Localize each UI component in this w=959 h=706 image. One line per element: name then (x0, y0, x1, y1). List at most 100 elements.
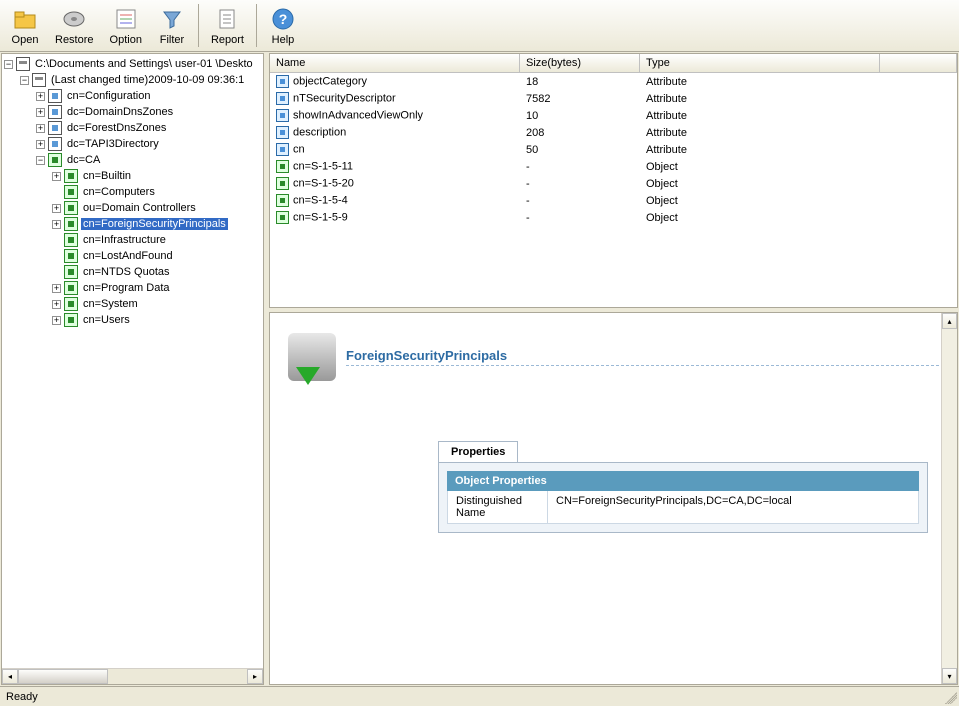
object-icon (64, 201, 78, 215)
no-expand (52, 236, 61, 245)
tree-pane[interactable]: −C:\Documents and Settings\ user-01 \Des… (1, 53, 264, 685)
list-item[interactable]: cn=S-1-5-9-Object (270, 209, 957, 226)
list-item[interactable]: cn=S-1-5-4-Object (270, 192, 957, 209)
tree-item[interactable]: −(Last changed time)2009-10-09 09:36:1 (4, 72, 261, 88)
tree-item[interactable]: cn=LostAndFound (4, 248, 261, 264)
scroll-down-icon[interactable]: ▾ (942, 668, 957, 684)
expand-icon[interactable]: + (52, 172, 61, 181)
tree-item[interactable]: + ou=Domain Controllers (4, 200, 261, 216)
scroll-right-icon[interactable]: ▸ (247, 669, 263, 684)
tree-label: cn=Infrastructure (81, 234, 168, 246)
tree-item[interactable]: −dc=CA (4, 152, 261, 168)
expand-icon[interactable]: + (52, 284, 61, 293)
list-item[interactable]: cn50Attribute (270, 141, 957, 158)
cell-name: description (270, 126, 520, 139)
tree-label: cn=System (81, 298, 140, 310)
toolbar-label: Option (110, 34, 142, 46)
no-expand (52, 252, 61, 261)
tree-item[interactable]: + cn=ForeignSecurityPrincipals (4, 216, 261, 232)
column-extra[interactable] (880, 54, 957, 72)
expand-icon[interactable]: + (52, 300, 61, 309)
tree-item[interactable]: +cn=Builtin (4, 168, 261, 184)
help-button[interactable]: ?Help (262, 2, 304, 49)
attribute-icon (276, 75, 289, 88)
tree-label: dc=DomainDnsZones (65, 106, 175, 118)
list-item[interactable]: cn=S-1-5-11-Object (270, 158, 957, 175)
list-item[interactable]: objectCategory18Attribute (270, 73, 957, 90)
tree-item[interactable]: cn=Infrastructure (4, 232, 261, 248)
tab-properties[interactable]: Properties (438, 441, 518, 462)
column-size[interactable]: Size(bytes) (520, 54, 640, 72)
attribute-icon (276, 109, 289, 122)
tree-label: dc=TAPI3Directory (65, 138, 161, 150)
cell-size: 50 (520, 144, 640, 156)
column-type[interactable]: Type (640, 54, 880, 72)
expand-icon[interactable]: + (36, 140, 45, 149)
tree-label: cn=ForeignSecurityPrincipals (81, 218, 228, 230)
option-button[interactable]: Option (103, 2, 149, 49)
toolbar-label: Restore (55, 34, 94, 46)
tree-label: dc=ForestDnsZones (65, 122, 168, 134)
object-icon (48, 153, 62, 167)
list-item[interactable]: nTSecurityDescriptor7582Attribute (270, 90, 957, 107)
disk-icon (288, 333, 336, 381)
collapse-icon[interactable]: − (36, 156, 45, 165)
property-value: CN=ForeignSecurityPrincipals,DC=CA,DC=lo… (548, 491, 918, 523)
tree-label: C:\Documents and Settings\ user-01 \Desk… (33, 58, 255, 70)
tree-item[interactable]: +cn=Configuration (4, 88, 261, 104)
filter-button[interactable]: Filter (151, 2, 193, 49)
expand-icon[interactable]: + (52, 220, 61, 229)
open-icon (11, 5, 39, 33)
toolbar: Open Restore Option Filter Report ?Help (0, 0, 959, 52)
column-name[interactable]: Name (270, 54, 520, 72)
scroll-up-icon[interactable]: ▴ (942, 313, 957, 329)
cell-name: showInAdvancedViewOnly (270, 109, 520, 122)
cell-type: Object (640, 161, 880, 173)
tree-item[interactable]: + dc=DomainDnsZones (4, 104, 261, 120)
collapse-icon[interactable]: − (4, 60, 13, 69)
list-item[interactable]: description208Attribute (270, 124, 957, 141)
expand-icon[interactable]: + (52, 316, 61, 325)
list-pane: Name Size(bytes) Type objectCategory18At… (269, 53, 958, 308)
tree-item[interactable]: − C:\Documents and Settings\ user-01 \Des… (4, 56, 261, 72)
container-icon (48, 89, 62, 103)
tree-item[interactable]: + dc=ForestDnsZones (4, 120, 261, 136)
toolbar-separator (198, 4, 199, 47)
restore-button[interactable]: Restore (48, 2, 101, 49)
expand-icon[interactable]: + (36, 108, 45, 117)
object-icon (276, 194, 289, 207)
cell-type: Attribute (640, 76, 880, 88)
no-expand (52, 188, 61, 197)
main-area: −C:\Documents and Settings\ user-01 \Des… (0, 52, 959, 686)
report-button[interactable]: Report (204, 2, 251, 49)
resize-grip-icon[interactable] (945, 692, 957, 704)
tree-item[interactable]: + cn=System (4, 296, 261, 312)
expand-icon[interactable]: + (52, 204, 61, 213)
list-header[interactable]: Name Size(bytes) Type (270, 54, 957, 73)
filter-icon (158, 5, 186, 33)
open-button[interactable]: Open (4, 2, 46, 49)
scroll-thumb[interactable] (18, 669, 108, 684)
expand-icon[interactable]: + (36, 124, 45, 133)
status-text: Ready (6, 691, 38, 703)
list-item[interactable]: cn=S-1-5-20-Object (270, 175, 957, 192)
tree-label: ou=Domain Controllers (81, 202, 198, 214)
property-key: Distinguished Name (448, 491, 548, 523)
svg-text:?: ? (279, 11, 288, 27)
tree-item[interactable]: cn=Computers (4, 184, 261, 200)
collapse-icon[interactable]: − (20, 76, 29, 85)
expand-icon[interactable]: + (36, 92, 45, 101)
scroll-left-icon[interactable]: ◂ (2, 669, 18, 684)
tree-scrollbar[interactable]: ◂ ▸ (2, 668, 263, 684)
detail-scrollbar[interactable]: ▴ ▾ (941, 313, 957, 684)
tree-item[interactable]: +cn=Users (4, 312, 261, 328)
cell-name: nTSecurityDescriptor (270, 92, 520, 105)
drive-icon (32, 73, 46, 87)
tree-item[interactable]: + dc=TAPI3Directory (4, 136, 261, 152)
object-icon (64, 313, 78, 327)
tree-item[interactable]: +cn=Program Data (4, 280, 261, 296)
cell-size: 208 (520, 127, 640, 139)
list-item[interactable]: showInAdvancedViewOnly10Attribute (270, 107, 957, 124)
tree-item[interactable]: cn=NTDS Quotas (4, 264, 261, 280)
cell-name: cn=S-1-5-20 (270, 177, 520, 190)
